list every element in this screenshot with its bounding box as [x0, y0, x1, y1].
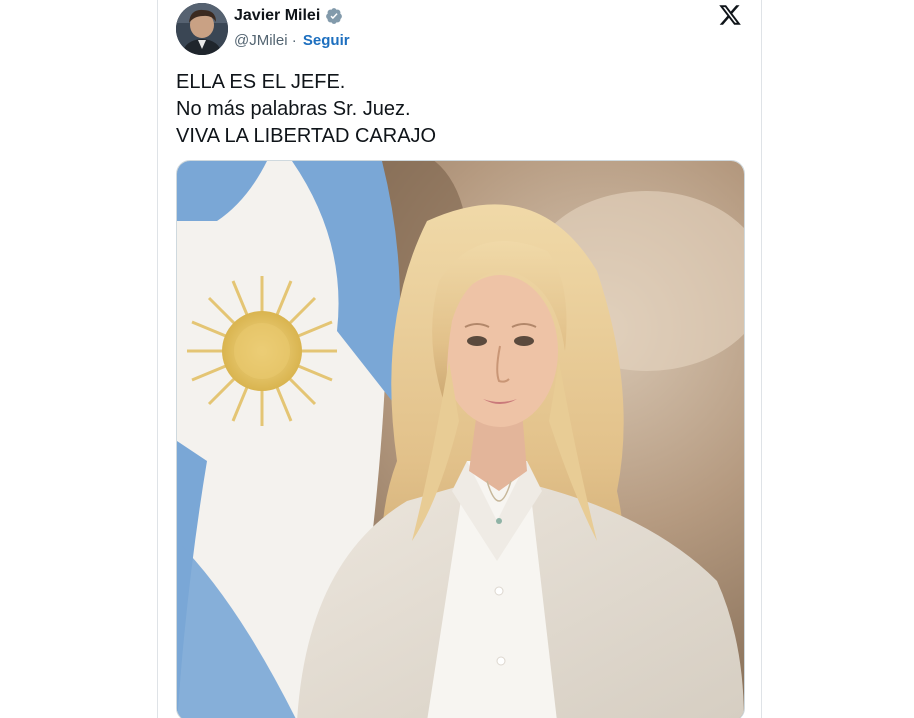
- tweet-text-line: VIVA LA LIBERTAD CARAJO: [176, 125, 437, 147]
- tweet-embed-card: Javier Milei @JMilei · Seguir ELLA ES EL…: [157, 0, 762, 718]
- x-logo-icon[interactable]: [718, 3, 742, 27]
- author-name[interactable]: Javier Milei: [234, 7, 320, 25]
- tweet-text: ELLA ES EL JEFE. No más palabras Sr. Jue…: [176, 69, 436, 150]
- follow-button[interactable]: Seguir: [303, 32, 350, 49]
- verified-badge-icon: [326, 8, 343, 24]
- author-avatar[interactable]: [176, 3, 228, 55]
- portrait-photo: [177, 161, 744, 718]
- tweet-text-line: No más palabras Sr. Juez.: [176, 98, 411, 120]
- author-handle[interactable]: @JMilei: [234, 32, 288, 49]
- separator-dot: ·: [291, 32, 297, 49]
- tweet-media-photo[interactable]: [176, 160, 745, 718]
- avatar-photo: [176, 3, 228, 55]
- tweet-text-line: ELLA ES EL JEFE.: [176, 71, 346, 93]
